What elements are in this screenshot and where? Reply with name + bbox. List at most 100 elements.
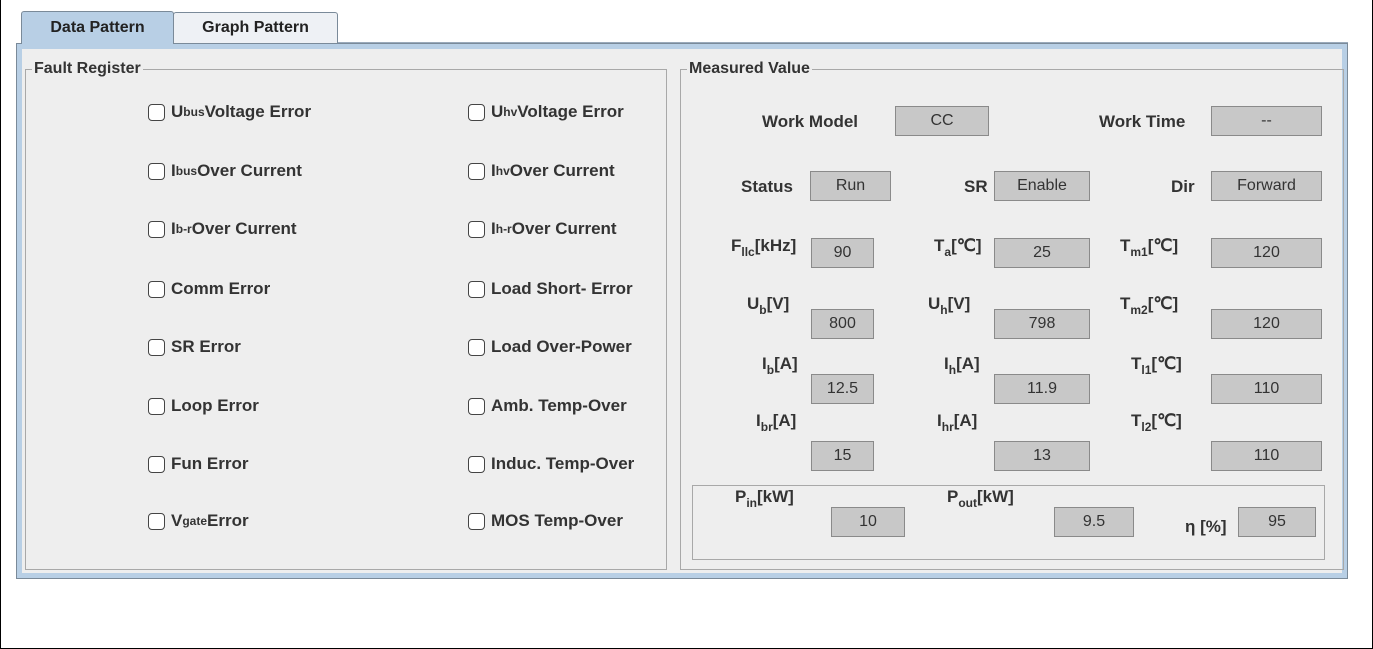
fault-label-sub: h-r	[495, 222, 512, 236]
t-l2-sub: l2	[1141, 420, 1152, 434]
fault-checkbox[interactable]	[148, 455, 165, 473]
fault-label-main: Induc. Temp-Over	[491, 454, 635, 473]
fault-label-sub: hv	[495, 164, 510, 178]
fault-checkbox[interactable]	[468, 280, 485, 298]
t-l2-main: T	[1131, 411, 1142, 430]
t-m2-field: 120	[1211, 309, 1322, 339]
t-m1-unit: [℃]	[1147, 236, 1179, 255]
t-l2-unit: [℃]	[1151, 411, 1182, 430]
tab-data-pattern[interactable]: Data Pattern	[21, 11, 174, 44]
i-b-unit: [A]	[774, 354, 798, 373]
t-l2-field: 110	[1211, 441, 1322, 471]
fault-right-item[interactable]: Ih-r Over Current	[468, 219, 617, 239]
fault-right-item[interactable]: Load Short- Error	[468, 279, 633, 299]
fault-checkbox[interactable]	[468, 455, 485, 473]
u-b-sub: b	[759, 303, 767, 317]
i-h-label: Ih[A]	[944, 354, 980, 377]
fault-right-item[interactable]: Induc. Temp-Over	[468, 454, 634, 474]
work-time-field: --	[1211, 106, 1322, 136]
fault-checkbox[interactable]	[148, 338, 165, 356]
fault-label-text: Voltage Error	[517, 102, 624, 121]
p-out-unit: [kW]	[977, 487, 1014, 506]
fault-left-item[interactable]: Ubus Voltage Error	[148, 102, 311, 122]
t-l1-field: 110	[1211, 374, 1322, 404]
fault-left-item[interactable]: Ibus Over Current	[148, 161, 302, 181]
u-h-field: 798	[994, 309, 1090, 339]
u-b-main: U	[747, 294, 760, 313]
fault-left-item[interactable]: SR Error	[148, 337, 241, 357]
dir-label: Dir	[1171, 177, 1195, 196]
f-llc-sub: llc	[741, 245, 755, 259]
t-m2-sub: m2	[1130, 303, 1148, 317]
t-a-field: 25	[994, 238, 1090, 268]
fault-right-item[interactable]: Amb. Temp-Over	[468, 396, 627, 416]
fault-label-text: Over Current	[191, 219, 297, 238]
fault-checkbox[interactable]	[148, 162, 165, 180]
t-m2-main: T	[1120, 294, 1131, 313]
fault-label-sub: b-r	[175, 222, 192, 236]
dir-field: Forward	[1211, 171, 1322, 201]
i-h-sub: h	[948, 363, 957, 377]
fault-left-item[interactable]: Vgate Error	[148, 511, 249, 531]
t-m1-field: 120	[1211, 238, 1322, 268]
i-br-unit: [A]	[772, 411, 797, 430]
fault-right-item[interactable]: Uhv Voltage Error	[468, 102, 624, 122]
u-h-unit: [V]	[947, 294, 971, 313]
sr-label: SR	[964, 177, 988, 196]
fault-checkbox[interactable]	[468, 397, 485, 415]
t-a-unit: [℃]	[951, 236, 982, 255]
f-llc-main: F	[731, 236, 742, 255]
sr-field: Enable	[994, 171, 1090, 201]
fault-checkbox[interactable]	[468, 220, 485, 238]
tab-content-inner: Fault Register Measured Value Work Model…	[22, 49, 1344, 573]
fault-checkbox[interactable]	[148, 280, 165, 298]
t-l1-label: Tl1[℃]	[1131, 354, 1182, 377]
eta-field: 95	[1238, 507, 1316, 537]
fault-checkbox[interactable]	[468, 162, 485, 180]
fault-left-item[interactable]: Loop Error	[148, 396, 259, 416]
fault-label-main: U	[491, 102, 504, 121]
fault-label-sub: hv	[503, 105, 518, 119]
tab-graph-pattern[interactable]: Graph Pattern	[173, 12, 338, 43]
fault-label-text: Over Current	[511, 219, 617, 238]
work-time-label: Work Time	[1099, 112, 1186, 131]
fault-checkbox[interactable]	[468, 103, 485, 121]
fault-right-item[interactable]: Load Over-Power	[468, 337, 632, 357]
fault-right-item[interactable]: MOS Temp-Over	[468, 511, 623, 531]
fault-label-text: Voltage Error	[204, 102, 312, 121]
t-l1-main: T	[1131, 354, 1142, 373]
u-h-label: Uh[V]	[928, 294, 970, 317]
fault-checkbox[interactable]	[468, 338, 485, 356]
fault-checkbox[interactable]	[148, 103, 165, 121]
fault-right-item[interactable]: Ihv Over Current	[468, 161, 615, 181]
fault-left-item[interactable]: Comm Error	[148, 279, 270, 299]
i-h-unit: [A]	[956, 354, 980, 373]
t-a-label: Ta[℃]	[934, 236, 982, 259]
fault-label-main: Comm Error	[171, 279, 271, 298]
t-l1-sub: l1	[1141, 363, 1152, 377]
f-llc-label: Fllc[kHz]	[731, 236, 796, 259]
fault-label-main: Load Short- Error	[491, 279, 633, 298]
u-h-sub: h	[940, 303, 948, 317]
fault-left-item[interactable]: Fun Error	[148, 454, 248, 474]
u-h-main: U	[928, 294, 941, 313]
t-m2-unit: [℃]	[1147, 294, 1179, 313]
fault-checkbox[interactable]	[468, 512, 485, 530]
t-m1-main: T	[1120, 236, 1131, 255]
fault-checkbox[interactable]	[148, 220, 165, 238]
i-b-label: Ib[A]	[762, 354, 798, 377]
i-hr-unit: [A]	[953, 411, 978, 430]
fault-checkbox[interactable]	[148, 512, 165, 530]
fault-label-sub: gate	[182, 514, 208, 528]
fault-left-item[interactable]: Ib-r Over Current	[148, 219, 297, 239]
fault-label-sub: bus	[175, 164, 198, 178]
fault-label-main: V	[171, 511, 183, 530]
work-model-field: CC	[895, 106, 989, 136]
t-a-main: T	[934, 236, 945, 255]
p-in-sub: in	[746, 496, 758, 510]
p-out-sub: out	[958, 496, 977, 510]
f-llc-unit: [kHz]	[754, 236, 797, 255]
p-out-field: 9.5	[1054, 507, 1134, 537]
fault-checkbox[interactable]	[148, 397, 165, 415]
i-hr-sub: hr	[941, 420, 954, 434]
